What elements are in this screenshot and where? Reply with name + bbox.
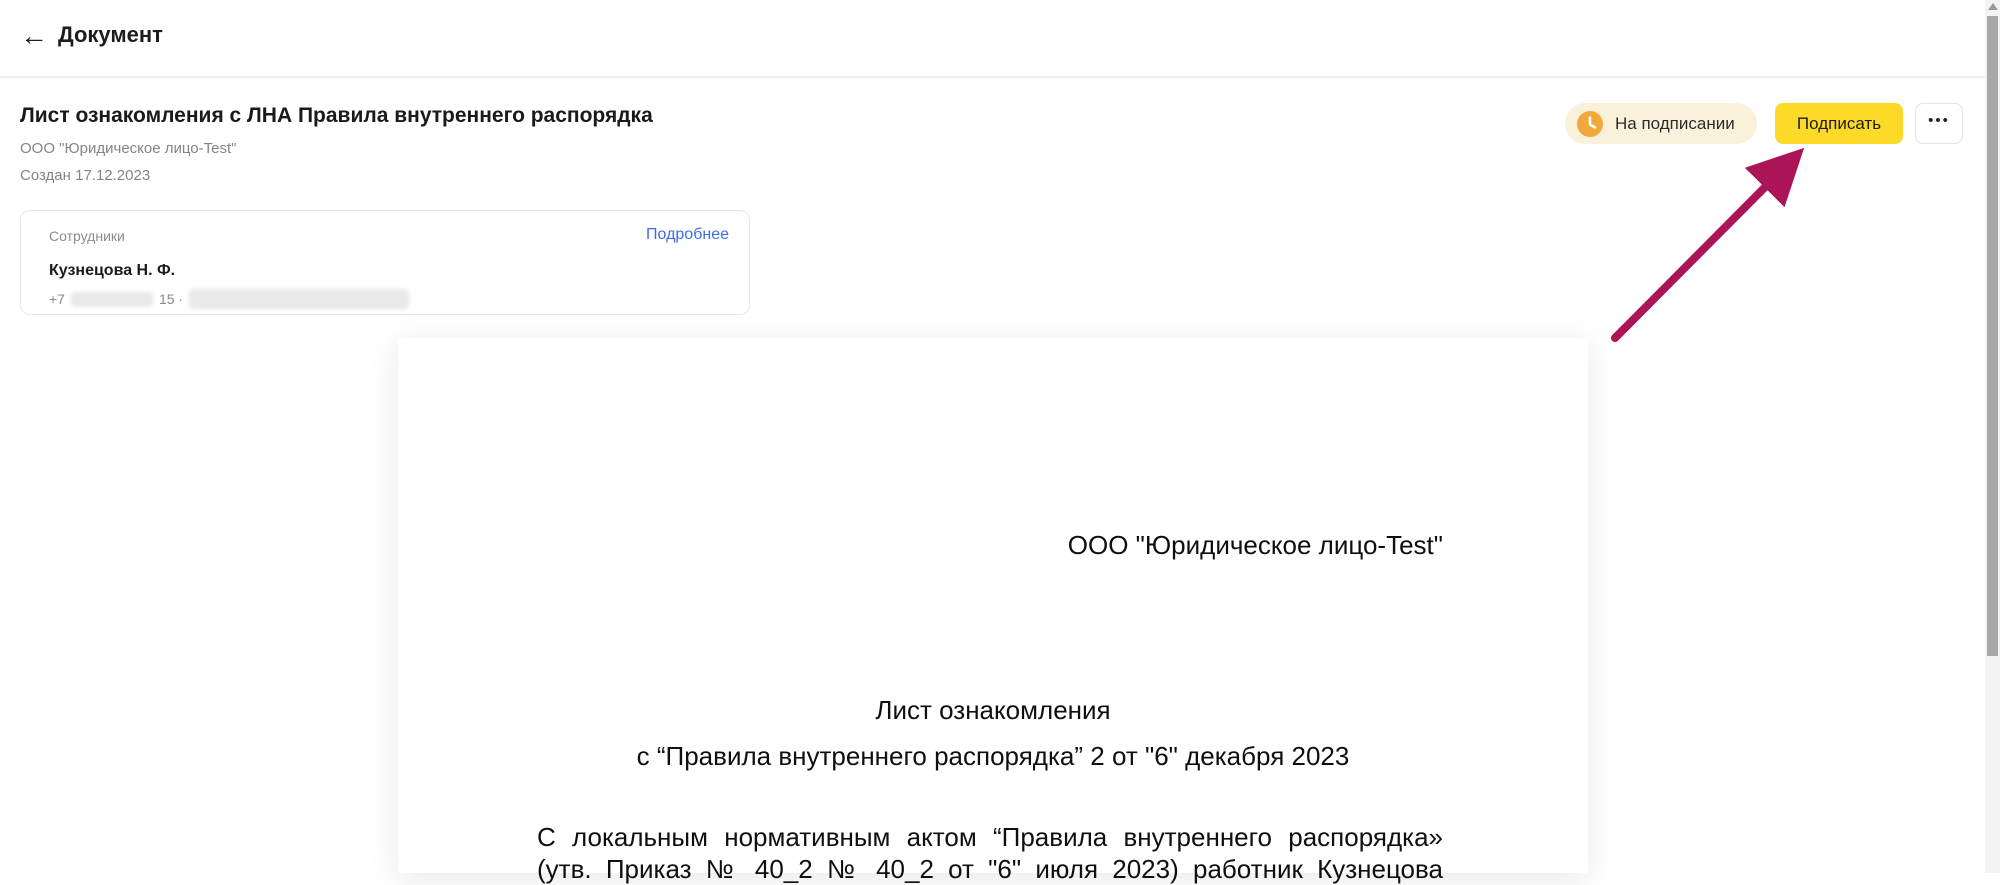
top-bar: ← Документ xyxy=(0,0,1985,78)
preview-heading-2: с “Правила внутреннего распорядка” 2 от … xyxy=(398,741,1588,772)
status-badge-label: На подписании xyxy=(1615,114,1735,134)
phone-redacted-block xyxy=(189,289,409,309)
employee-phone: +7 15 · xyxy=(49,289,409,309)
preview-heading-1: Лист ознакомления xyxy=(398,695,1588,726)
employees-card: Сотрудники Подробнее Кузнецова Н. Ф. +7 … xyxy=(20,210,750,315)
preview-body: С локальным нормативным актом “Правила в… xyxy=(537,821,1443,885)
page-title: Документ xyxy=(58,22,163,48)
document-organization: ООО "Юридическое лицо-Test" xyxy=(20,140,236,157)
annotation-arrow xyxy=(1580,130,1840,370)
employees-label: Сотрудники xyxy=(49,228,125,244)
document-preview: ООО "Юридическое лицо-Test" Лист ознаком… xyxy=(398,338,1588,873)
document-created-date: Создан 17.12.2023 xyxy=(20,167,150,184)
more-button[interactable]: ••• xyxy=(1915,103,1963,144)
preview-body-line-2: (утв. Приказ № 40_2 № 40_2 от "6" июля 2… xyxy=(537,853,1443,885)
details-link[interactable]: Подробнее xyxy=(646,226,729,244)
employee-name: Кузнецова Н. Ф. xyxy=(49,262,175,280)
phone-redacted-block xyxy=(71,292,153,307)
back-button[interactable]: ← xyxy=(14,16,54,56)
preview-body-line-1: С локальным нормативным актом “Правила в… xyxy=(537,821,1443,853)
document-title: Лист ознакомления с ЛНА Правила внутренн… xyxy=(20,104,653,128)
preview-org-line: ООО "Юридическое лицо-Test" xyxy=(1068,530,1443,561)
scrollbar-up-arrow-icon[interactable] xyxy=(1988,3,1998,10)
back-arrow-icon: ← xyxy=(20,20,48,52)
scrollbar-thumb[interactable] xyxy=(1987,16,1998,656)
ellipsis-icon: ••• xyxy=(1928,113,1950,134)
document-page: ← Документ Лист ознакомления с ЛНА Прави… xyxy=(0,0,2000,873)
clock-icon xyxy=(1577,111,1603,137)
status-badge: На подписании xyxy=(1565,103,1757,144)
sign-button[interactable]: Подписать xyxy=(1775,103,1903,144)
phone-prefix: +7 xyxy=(49,291,65,307)
scrollbar[interactable] xyxy=(1985,0,2000,873)
phone-visible-part: 15 · xyxy=(159,291,183,307)
